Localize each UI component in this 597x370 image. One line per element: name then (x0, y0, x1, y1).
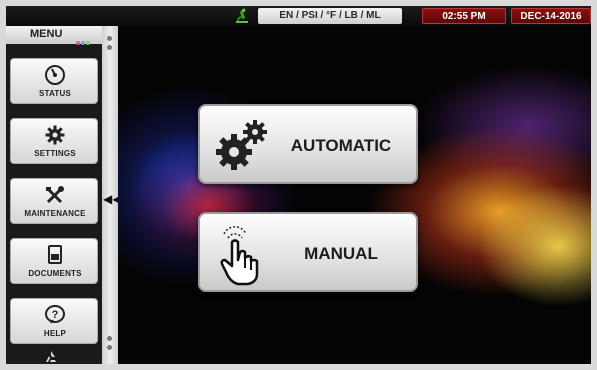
clock-time: 02:55 PM (422, 8, 506, 24)
manual-mode-button[interactable]: MANUAL (198, 212, 418, 292)
menu-dots-icon (76, 32, 96, 45)
device-bezel: EN / PSI / °F / LB / ML 02:55 PM DEC-14-… (0, 0, 597, 370)
manual-label: MANUAL (304, 244, 378, 263)
sidebar-item-documents[interactable]: DOCUMENTS (10, 238, 98, 284)
help-icon: ? (45, 305, 65, 324)
sidebar-menu: MENU STATUS SETTINGS MAINTENANCE DOCUMEN… (6, 26, 102, 364)
clock-date: DEC-14-2016 (511, 8, 591, 24)
sidebar-item-maintenance[interactable]: MAINTENANCE (10, 178, 98, 224)
rail-dot (107, 45, 112, 50)
screen: EN / PSI / °F / LB / ML 02:55 PM DEC-14-… (6, 6, 591, 364)
rail-dot (107, 36, 112, 41)
rail-dot (107, 336, 112, 341)
sidebar-item-settings[interactable]: SETTINGS (10, 118, 98, 164)
main-stage: AUTOMATIC MANUAL (118, 26, 591, 364)
document-icon (48, 245, 62, 264)
menu-title: MENU (30, 28, 63, 40)
gear-icon (45, 125, 65, 145)
sidebar-item-label: DOCUMENTS (28, 269, 82, 278)
gears-icon (216, 120, 267, 170)
double-chevron-left-icon[interactable]: ◀◀ (103, 192, 121, 206)
units-selector[interactable]: EN / PSI / °F / LB / ML (258, 8, 402, 24)
sidebar-item-help[interactable]: ? HELP (10, 298, 98, 344)
sidebar-item-label: MAINTENANCE (24, 209, 86, 218)
sidebar-item-label: STATUS (38, 89, 71, 98)
tools-icon (46, 186, 64, 204)
svg-text:?: ? (52, 309, 59, 321)
sidebar-item-status[interactable]: STATUS (10, 58, 98, 104)
gauge-icon (45, 65, 65, 85)
menu-header: MENU (6, 26, 102, 45)
sidebar-item-label: SETTINGS (34, 149, 76, 158)
recycle-icon[interactable] (43, 350, 59, 364)
rail-dot (107, 345, 112, 350)
hand-pointer-icon (220, 226, 259, 286)
status-bar: EN / PSI / °F / LB / ML 02:55 PM DEC-14-… (6, 6, 591, 26)
automatic-label: AUTOMATIC (290, 136, 392, 155)
microscope-icon[interactable] (234, 8, 250, 24)
sidebar-item-label: HELP (43, 329, 67, 338)
automatic-mode-button[interactable]: AUTOMATIC (198, 104, 418, 184)
